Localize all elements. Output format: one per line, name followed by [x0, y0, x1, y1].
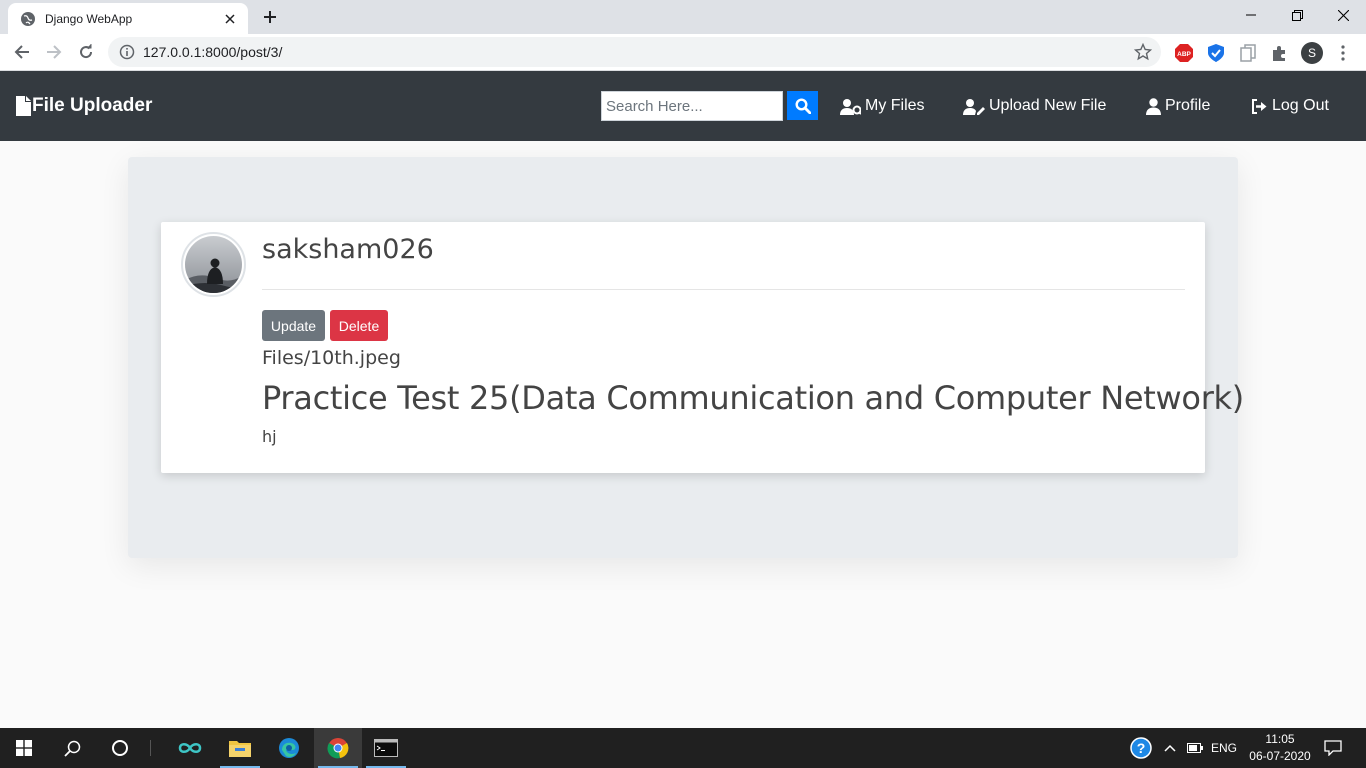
infinity-app-icon[interactable] — [166, 728, 214, 768]
copy-icon[interactable] — [1238, 43, 1258, 63]
user-icon — [1146, 97, 1161, 115]
tab-title: Django WebApp — [45, 11, 133, 26]
search-icon — [794, 97, 811, 114]
nav-my-files[interactable]: My Files — [840, 95, 925, 117]
sign-out-icon — [1251, 98, 1268, 114]
minimize-icon[interactable] — [1228, 0, 1274, 30]
chrome-icon[interactable] — [314, 728, 362, 768]
clock-time: 11:05 — [1265, 732, 1295, 746]
bookmark-star-icon[interactable] — [1134, 43, 1152, 61]
svg-text:?: ? — [1137, 740, 1146, 756]
forward-arrow-icon[interactable] — [40, 38, 68, 66]
system-clock[interactable]: 11:05 06-07-2020 — [1240, 731, 1320, 765]
post-file-link[interactable]: Files/10th.jpeg — [262, 347, 401, 369]
brand-link[interactable]: File Uploader — [16, 95, 152, 117]
nav-log-out[interactable]: Log Out — [1251, 95, 1329, 117]
puzzle-icon[interactable] — [1270, 43, 1290, 63]
taskbar: ? ENG 11:05 06-07-2020 — [0, 728, 1366, 768]
new-tab-button[interactable] — [256, 5, 284, 29]
nav-upload-new-file[interactable]: Upload New File — [963, 95, 1106, 117]
globe-icon — [20, 11, 36, 27]
abp-label: ABP — [1177, 51, 1191, 58]
url-text: 127.0.0.1:8000/post/3/ — [143, 44, 283, 60]
chevron-up-icon[interactable] — [1160, 728, 1180, 768]
tab-close-icon[interactable] — [222, 11, 238, 27]
adblock-icon[interactable]: ABP — [1174, 43, 1194, 63]
brand-title: File Uploader — [32, 95, 153, 116]
search-input[interactable] — [601, 91, 783, 121]
nav-my-files-label: My Files — [865, 97, 925, 114]
restore-icon[interactable] — [1274, 0, 1320, 30]
browser-toolbar: 127.0.0.1:8000/post/3/ ABP S — [0, 34, 1366, 71]
post-author[interactable]: saksham026 — [262, 234, 434, 265]
browser-tab-strip: Django WebApp — [0, 0, 1366, 34]
terminal-icon[interactable] — [362, 728, 410, 768]
file-icon — [16, 96, 31, 116]
battery-icon[interactable] — [1184, 728, 1206, 768]
author-avatar[interactable] — [181, 232, 246, 297]
window-close-icon[interactable] — [1320, 0, 1366, 30]
nav-upload-label: Upload New File — [989, 97, 1107, 114]
update-button[interactable]: Update — [262, 310, 325, 341]
taskbar-separator — [150, 740, 151, 756]
windows-start-icon[interactable] — [0, 728, 48, 768]
nav-profile-label: Profile — [1165, 97, 1211, 114]
edge-icon[interactable] — [265, 728, 313, 768]
delete-button[interactable]: Delete — [330, 310, 388, 341]
user-secret-icon — [840, 98, 861, 115]
info-icon[interactable] — [119, 44, 135, 60]
file-explorer-icon[interactable] — [216, 728, 264, 768]
notification-icon[interactable] — [1320, 728, 1346, 768]
post-card: saksham026 Update Delete Files/10th.jpeg… — [161, 222, 1244, 473]
nav-log-out-label: Log Out — [1272, 97, 1329, 114]
user-edit-icon — [963, 98, 985, 115]
divider — [262, 289, 1185, 290]
reload-icon[interactable] — [72, 38, 100, 66]
nav-profile[interactable]: Profile — [1146, 95, 1210, 117]
help-icon[interactable]: ? — [1128, 728, 1154, 768]
search-button[interactable] — [787, 91, 818, 120]
profile-avatar[interactable]: S — [1301, 42, 1323, 64]
language-indicator[interactable]: ENG — [1208, 728, 1240, 768]
post-title: Practice Test 25(Data Communication and … — [262, 379, 1244, 417]
app-navbar: File Uploader My Files Upload New File P… — [0, 71, 1366, 141]
search-taskbar-icon[interactable] — [48, 728, 96, 768]
post-content: hj — [262, 427, 277, 446]
cortana-icon[interactable] — [96, 728, 144, 768]
menu-dots-icon[interactable] — [1333, 43, 1353, 63]
back-arrow-icon[interactable] — [8, 38, 36, 66]
browser-tab[interactable]: Django WebApp — [8, 3, 248, 34]
clock-date: 06-07-2020 — [1249, 749, 1311, 763]
address-bar[interactable]: 127.0.0.1:8000/post/3/ — [108, 37, 1161, 67]
shield-icon[interactable] — [1206, 43, 1226, 63]
